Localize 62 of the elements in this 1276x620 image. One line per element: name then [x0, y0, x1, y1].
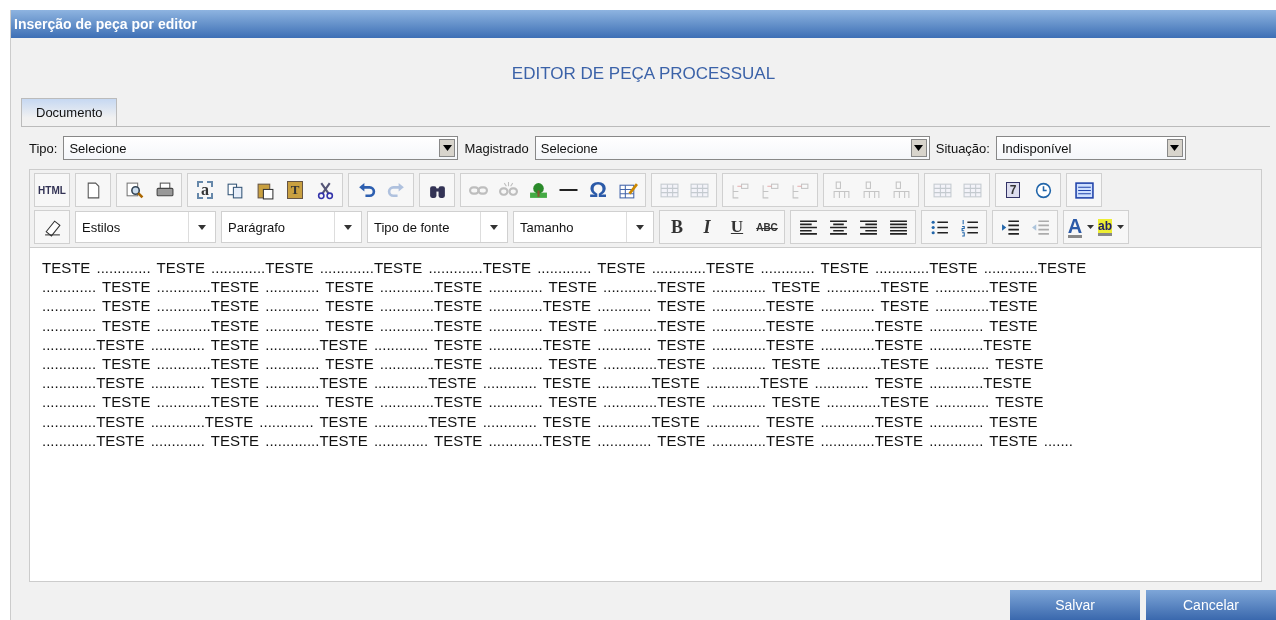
- align-center-icon: [828, 217, 848, 237]
- italic-button[interactable]: I: [692, 212, 722, 242]
- eraser-icon: [42, 217, 62, 237]
- cancel-button[interactable]: Cancelar: [1146, 590, 1276, 620]
- format-dropdown[interactable]: Tipo de fonte: [367, 211, 508, 243]
- document-tab[interactable]: Documento: [21, 98, 118, 126]
- preview-icon: [124, 180, 144, 200]
- select-all-button[interactable]: a: [190, 175, 220, 205]
- html-button[interactable]: HTML: [37, 175, 67, 205]
- document-text-line: .............TESTE .............TESTE ............. TESTE .............TESTE ............. TESTE .............TESTE ............. TESTE .............TESTE ............. TESTE: [42, 411, 1039, 431]
- underline-button[interactable]: U: [722, 212, 752, 242]
- highlight-button[interactable]: ab: [1096, 212, 1126, 242]
- field-label: Tipo:: [29, 140, 58, 156]
- select-field[interactable]: Selecione: [534, 136, 930, 160]
- select-field[interactable]: Selecione: [63, 136, 459, 160]
- dropdown-arrow-icon: [636, 224, 644, 230]
- field-label: Magistrado: [464, 140, 529, 156]
- document-text-line: .............TESTE ............. TESTE .............TESTE ............. TESTE .............TESTE ............. TESTE .............TESTE .............TESTE .............TESTE: [42, 334, 1033, 354]
- document-text-line: TESTE ............. TESTE .............TESTE .............TESTE .............TESTE ............. TESTE .............TESTE ............. TESTE .............TESTE .............TESTE: [42, 258, 1088, 278]
- window-icon: [1074, 180, 1094, 200]
- save-button[interactable]: Salvar: [1010, 590, 1140, 620]
- format-dropdown[interactable]: Parágrafo: [221, 211, 362, 243]
- calendar-button[interactable]: 7: [998, 175, 1028, 205]
- window-title: Inserção de peça por editor: [11, 10, 1276, 38]
- align-justify-icon: [888, 217, 908, 237]
- document-text-line: ............. TESTE .............TESTE ............. TESTE .............TESTE ............. TESTE .............TESTE ............. TESTE .............TESTE .............TESTE: [42, 277, 1039, 297]
- align-left-icon: [798, 217, 818, 237]
- field-label: Situação:: [935, 140, 990, 156]
- font-color-button[interactable]: A: [1066, 212, 1096, 242]
- dropdown-arrow-icon: [490, 224, 498, 230]
- editor-heading: EDITOR DE PEÇA PROCESSUAL: [510, 64, 777, 84]
- document-text-line: ............. TESTE .............TESTE ............. TESTE .............TESTE .............TESTE ............. TESTE .............TESTE ............. TESTE .............TESTE: [42, 296, 1039, 316]
- document-text-line: ............. TESTE .............TESTE ............. TESTE .............TESTE ............. TESTE .............TESTE ............. TESTE .............TESTE ............. TESTE: [42, 354, 1045, 374]
- document-text-line: .............TESTE ............. TESTE .............TESTE .............TESTE ............. TESTE .............TESTE .............TESTE ............. TESTE .............TESTE: [42, 373, 1033, 393]
- image-icon: [528, 180, 548, 200]
- col-delete-icon: [891, 180, 911, 200]
- bold-button[interactable]: B: [662, 212, 692, 242]
- dropdown-arrow-icon: [344, 224, 352, 230]
- strike-button[interactable]: ABC: [752, 212, 782, 242]
- col-after-icon: [861, 180, 881, 200]
- dropdown-arrow-icon: [198, 224, 206, 230]
- numbers-icon: [959, 217, 979, 237]
- omega-button[interactable]: Ω: [583, 175, 613, 205]
- align-right-icon: [858, 217, 878, 237]
- paste-text-button[interactable]: T: [280, 175, 310, 205]
- document-text-line: ............. TESTE .............TESTE ............. TESTE .............TESTE ............. TESTE .............TESTE ............. TESTE .............TESTE ............. TESTE: [42, 392, 1045, 412]
- cut-icon: [315, 180, 335, 200]
- dropdown-arrow-icon: [1170, 145, 1180, 151]
- document-text-line: ............. TESTE .............TESTE ............. TESTE .............TESTE ............. TESTE .............TESTE .............TESTE .............TESTE ............. TESTE: [42, 315, 1039, 335]
- document-text-line: .............TESTE ............. TESTE .............TESTE ............. TESTE .............TESTE ............. TESTE .............TESTE .............TESTE ............. TESTE .......: [42, 430, 1074, 451]
- dropdown-arrow-icon: [442, 145, 452, 151]
- caret-icon: [1087, 225, 1095, 229]
- indent-icon: [1000, 217, 1020, 237]
- horizontal-line-icon: [558, 189, 578, 191]
- format-dropdown[interactable]: Tamanho: [513, 211, 654, 243]
- outdent-icon: [1030, 217, 1050, 237]
- format-dropdown[interactable]: Estilos: [75, 211, 216, 243]
- clock-icon: [1033, 180, 1053, 200]
- col-before-icon: [831, 180, 851, 200]
- caret-icon: [1117, 225, 1124, 229]
- select-field[interactable]: Indisponível: [995, 136, 1186, 160]
- dropdown-arrow-icon: [914, 145, 924, 151]
